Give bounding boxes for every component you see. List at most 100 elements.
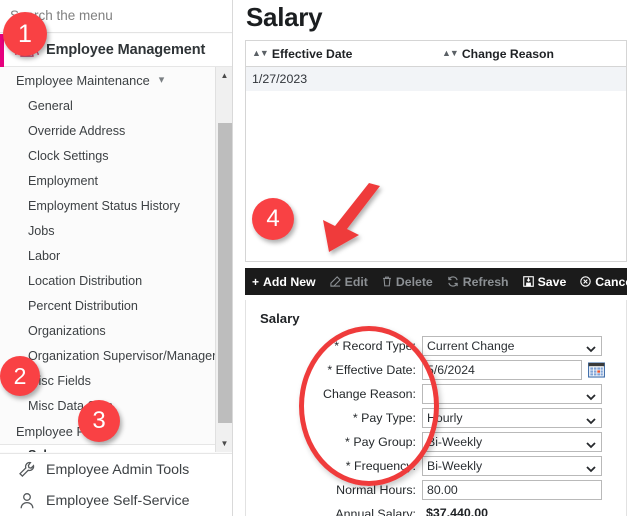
sidebar-item-general[interactable]: General	[0, 93, 232, 118]
caret-down-icon[interactable]: ▼	[216, 435, 232, 452]
caret-up-icon[interactable]: ▲	[216, 67, 232, 84]
sidebar-item-label: Labor	[28, 248, 61, 263]
sidebar-scrollbar[interactable]: ▲ ▼	[215, 67, 232, 452]
sidebar-footer: Employee Admin Tools Employee Self-Servi…	[0, 453, 232, 516]
plus-icon: +	[252, 274, 260, 289]
sidebar-item-employment[interactable]: Employment	[0, 168, 232, 193]
pencil-icon	[329, 276, 341, 287]
frequency-select[interactable]	[422, 456, 602, 476]
required-asterisk: *	[352, 411, 362, 425]
change-reason-select[interactable]	[422, 384, 602, 404]
table-row[interactable]: 1/27/2023	[246, 67, 626, 91]
sidebar-item-label: Organization Supervisor/Manager	[28, 348, 217, 363]
normal-hours-input[interactable]	[422, 480, 602, 500]
required-asterisk: *	[327, 363, 336, 377]
required-asterisk: *	[345, 459, 355, 473]
sidebar-item-label: Clock Settings	[28, 148, 109, 163]
save-icon	[522, 276, 534, 287]
record-type-select[interactable]	[422, 336, 602, 356]
menu-scroll-region: Employee Maintenance ▾ General Override …	[0, 67, 232, 452]
field-row-record-type: * Record Type:	[246, 334, 628, 358]
sidebar-group-employee-maintenance[interactable]: Employee Maintenance ▾	[0, 67, 232, 93]
sidebar-module-label: Employee Management	[46, 42, 206, 58]
field-row-frequency: * Frequency:	[246, 454, 628, 478]
sidebar-item-label: Employment	[28, 173, 98, 188]
sidebar-item-jobs[interactable]: Jobs	[0, 218, 232, 243]
cancel-label: Cancel	[595, 274, 630, 289]
add-new-label: Add New	[263, 274, 316, 289]
application-window: Employee Management Employee Maintenance…	[0, 0, 630, 516]
sort-arrows-icon: ▲▼	[442, 48, 459, 58]
calendar-icon[interactable]	[588, 361, 605, 378]
sidebar-item-labor[interactable]: Labor	[0, 243, 232, 268]
field-label-record-type: * Record Type:	[246, 339, 422, 353]
field-control-normal-hours	[422, 480, 602, 500]
save-button[interactable]: Save	[516, 268, 574, 295]
sidebar-item-label: Override Address	[28, 123, 126, 138]
grid-header-row: ▲▼ Effective Date ▲▼ Change Reason	[246, 41, 626, 67]
annual-salary-value: $37,440.00	[426, 506, 489, 516]
field-control-pay-type	[422, 408, 602, 428]
delete-label: Delete	[395, 274, 433, 289]
badge-number: 1	[18, 19, 32, 48]
form-legend: Salary	[260, 311, 300, 326]
step-badge-4: 4	[252, 198, 294, 240]
sidebar-item-organizations[interactable]: Organizations	[0, 318, 232, 343]
required-asterisk: *	[334, 339, 343, 353]
sidebar-item-label: Salary	[28, 448, 66, 452]
field-row-normal-hours: Normal Hours:	[246, 478, 628, 502]
delete-button[interactable]: Delete	[375, 268, 440, 295]
field-control-effective-date	[422, 360, 605, 380]
pay-group-select[interactable]	[422, 432, 602, 452]
form-fields: * Record Type: * Effective Date:	[246, 334, 628, 516]
sidebar-item-percent-distribution[interactable]: Percent Distribution	[0, 293, 232, 318]
sidebar-item-employment-status-history[interactable]: Employment Status History	[0, 193, 232, 218]
field-row-change-reason: Change Reason:	[246, 382, 628, 406]
refresh-button[interactable]: Refresh	[440, 268, 516, 295]
pay-type-select[interactable]	[422, 408, 602, 428]
field-label-change-reason: Change Reason:	[246, 387, 422, 401]
record-toolbar: + Add New Edit Delete Refresh Save Cance	[245, 268, 630, 295]
grid-column-label: Effective Date	[271, 46, 353, 61]
field-control-change-reason	[422, 384, 602, 404]
navigation-sidebar: Employee Management Employee Maintenance…	[0, 0, 233, 516]
label-text: Annual Salary:	[335, 507, 416, 516]
sidebar-item-label: Jobs	[28, 223, 55, 238]
label-text: Pay Type:	[361, 411, 416, 425]
sidebar-item-label: Location Distribution	[28, 273, 143, 288]
grid-column-change-reason[interactable]: ▲▼ Change Reason	[442, 47, 622, 61]
sidebar-item-location-distribution[interactable]: Location Distribution	[0, 268, 232, 293]
grid-column-label: Change Reason	[461, 46, 554, 61]
step-badge-1: 1	[3, 12, 47, 56]
sidebar-footer-label: Employee Admin Tools	[46, 461, 190, 478]
field-control-pay-group	[422, 432, 602, 452]
field-row-pay-group: * Pay Group:	[246, 430, 628, 454]
sidebar-footer-label: Employee Self-Service	[46, 492, 190, 509]
field-label-effective-date: * Effective Date:	[246, 363, 422, 377]
grid-column-effective-date[interactable]: ▲▼ Effective Date	[246, 47, 442, 61]
sidebar-item-employee-admin-tools[interactable]: Employee Admin Tools	[0, 454, 232, 485]
page-title: Salary	[246, 2, 323, 32]
scrollbar-thumb[interactable]	[218, 123, 232, 423]
sidebar-item-label: General	[28, 98, 73, 113]
add-new-button[interactable]: + Add New	[245, 268, 323, 295]
sidebar-group-label: Employee Maintenance	[16, 72, 150, 88]
field-row-effective-date: * Effective Date:	[246, 358, 628, 382]
sidebar-item-clock-settings[interactable]: Clock Settings	[0, 143, 232, 168]
save-label: Save	[537, 274, 567, 289]
edit-label: Edit	[344, 274, 368, 289]
effective-date-input[interactable]	[422, 360, 582, 380]
sidebar-item-employee-self-service[interactable]: Employee Self-Service	[0, 485, 232, 516]
edit-button[interactable]: Edit	[323, 268, 375, 295]
cancel-button[interactable]: Cancel	[573, 268, 630, 295]
label-text: Normal Hours:	[336, 483, 416, 497]
cancel-icon	[580, 276, 592, 287]
sidebar-item-override-address[interactable]: Override Address	[0, 118, 232, 143]
sidebar-item-salary[interactable]: Salary	[0, 444, 232, 452]
field-row-annual-salary: Annual Salary: $37,440.00	[246, 502, 628, 516]
step-badge-2: 2	[0, 356, 40, 396]
refresh-label: Refresh	[462, 274, 509, 289]
field-control-frequency	[422, 456, 602, 476]
label-text: Frequency:	[354, 459, 416, 473]
cell-effective-date: 1/27/2023	[252, 72, 308, 86]
